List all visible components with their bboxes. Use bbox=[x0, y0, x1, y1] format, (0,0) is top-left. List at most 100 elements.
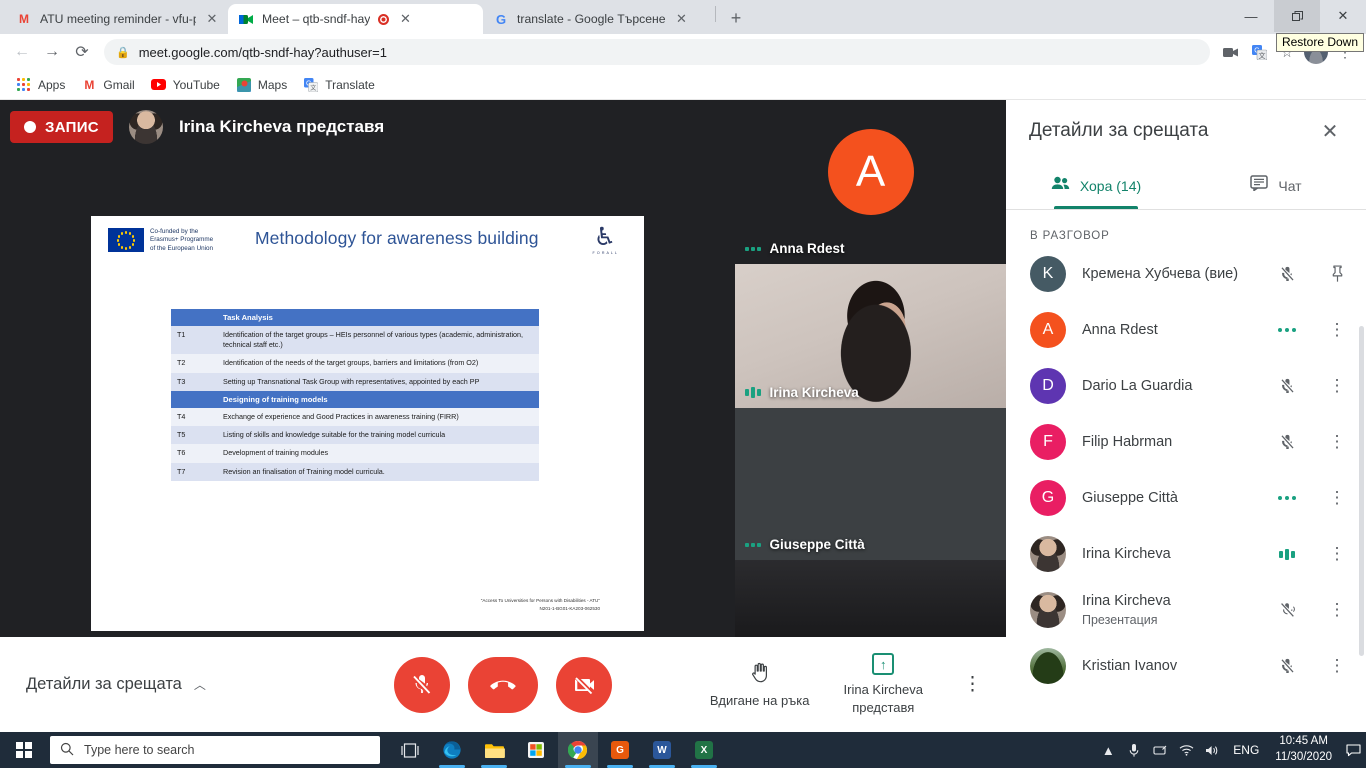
participant-name: Kristian Ivanov bbox=[1082, 657, 1178, 674]
meet-icon bbox=[238, 11, 254, 27]
more-icon[interactable]: ⋮ bbox=[1320, 481, 1354, 515]
forward-button[interactable]: → bbox=[38, 38, 66, 66]
pin-icon[interactable] bbox=[1320, 257, 1354, 291]
bookmark-gmail[interactable]: M Gmail bbox=[73, 74, 142, 96]
more-icon[interactable]: ⋮ bbox=[1320, 649, 1354, 683]
bookmark-translate[interactable]: G文 Translate bbox=[295, 74, 383, 96]
participant-row[interactable]: Kristian Ivanov ⋮ bbox=[1006, 638, 1366, 694]
file-explorer-icon[interactable] bbox=[474, 732, 514, 768]
task-table-row: T1 Identification of the target groups – … bbox=[171, 326, 539, 355]
presenting-status-button[interactable]: ↑ Irina Kircheva представя bbox=[844, 653, 923, 715]
more-icon[interactable]: ⋮ bbox=[1320, 425, 1354, 459]
speaking-indicator-icon bbox=[1270, 313, 1304, 347]
speaking-indicator-icon bbox=[1270, 481, 1304, 515]
raise-hand-button[interactable]: Вдигане на ръка bbox=[710, 660, 810, 709]
more-icon[interactable]: ⋮ bbox=[1320, 537, 1354, 571]
clock[interactable]: 10:45 AM 11/30/2020 bbox=[1267, 734, 1340, 765]
reload-button[interactable]: ⟳ bbox=[68, 38, 96, 66]
mic-off-icon bbox=[413, 674, 431, 694]
bookmark-maps[interactable]: Maps bbox=[228, 74, 295, 96]
end-call-button[interactable] bbox=[468, 656, 538, 713]
bookmark-apps[interactable]: Apps bbox=[8, 74, 73, 96]
presenting-label: Irina Kircheva представя bbox=[844, 681, 923, 715]
microphone-icon[interactable] bbox=[1121, 732, 1147, 768]
clock-date: 11/30/2020 bbox=[1275, 751, 1332, 763]
primary-call-controls bbox=[394, 656, 612, 713]
task-text-cell: Listing of skills and knowledge suitable… bbox=[217, 426, 539, 445]
participant-row[interactable]: A Anna Rdest ⋮ bbox=[1006, 302, 1366, 358]
video-tile-anna-rdest[interactable]: A Anna Rdest bbox=[735, 100, 1006, 264]
tab-people[interactable]: Хора (14) bbox=[1006, 162, 1186, 209]
tab-chat-label: Чат bbox=[1278, 177, 1302, 194]
task-table-section-header: Designing of training models bbox=[171, 390, 539, 408]
mic-mute-button[interactable] bbox=[394, 656, 450, 713]
browser-toolbar: ← → ⟳ 🔒 meet.google.com/qtb-sndf-hay?aut… bbox=[0, 34, 1366, 70]
meeting-control-bar: Детайли за срещата ︿ Вдигане на ръка ↑ I… bbox=[0, 637, 1006, 732]
task-view-icon[interactable] bbox=[390, 732, 430, 768]
mic-activity-icon bbox=[745, 539, 761, 550]
meeting-details-toggle[interactable]: Детайли за срещата ︿ bbox=[26, 675, 206, 694]
more-icon[interactable]: ⋮ bbox=[1320, 369, 1354, 403]
pdf-app-icon[interactable]: G bbox=[600, 732, 640, 768]
camera-icon[interactable] bbox=[1218, 39, 1244, 65]
new-tab-button[interactable]: + bbox=[722, 4, 750, 32]
participant-row[interactable]: G Giuseppe Città ⋮ bbox=[1006, 470, 1366, 526]
close-icon[interactable]: ✕ bbox=[1316, 117, 1344, 145]
window-close-button[interactable]: ✕ bbox=[1320, 0, 1366, 32]
browser-tab-3[interactable]: G translate - Google Търсене ✕ bbox=[483, 4, 713, 34]
browser-tab-1[interactable]: M ATU meeting reminder - vfu-proj ✕ bbox=[6, 4, 228, 34]
translate-icon[interactable]: G文 bbox=[1246, 39, 1272, 65]
participant-row[interactable]: K Кремена Хубчева (вие) bbox=[1006, 246, 1366, 302]
task-table-row: T3 Setting up Transnational Task Group wi… bbox=[171, 372, 539, 391]
video-tile-partial[interactable] bbox=[735, 560, 1006, 637]
participant-avatar: F bbox=[1030, 424, 1066, 460]
window-restore-button[interactable] bbox=[1274, 0, 1320, 32]
tab-close-button[interactable]: ✕ bbox=[673, 11, 689, 27]
participant-name: Irina Kircheva bbox=[1082, 545, 1171, 562]
search-icon bbox=[60, 742, 74, 759]
pen-tablet-icon[interactable] bbox=[1147, 732, 1173, 768]
task-id-cell: T4 bbox=[171, 407, 217, 427]
participant-row[interactable]: Irina Kircheva Презентация ⋮ bbox=[1006, 582, 1366, 638]
volume-icon[interactable] bbox=[1199, 732, 1225, 768]
chrome-icon[interactable] bbox=[558, 732, 598, 768]
video-tile-irina-kircheva[interactable]: Irina Kircheva bbox=[735, 264, 1006, 408]
tray-chevron-up-icon[interactable]: ▲ bbox=[1095, 732, 1121, 768]
window-minimize-button[interactable]: — bbox=[1228, 0, 1274, 32]
edge-icon[interactable] bbox=[432, 732, 472, 768]
back-button[interactable]: ← bbox=[8, 38, 36, 66]
word-icon[interactable]: W bbox=[642, 732, 682, 768]
shared-slide[interactable]: Co-funded by the Erasmus+ Programme of t… bbox=[91, 216, 644, 631]
recording-badge[interactable]: ЗАПИС bbox=[10, 111, 113, 143]
pdf-badge: G bbox=[611, 741, 629, 759]
notifications-icon[interactable] bbox=[1340, 732, 1366, 768]
excel-icon[interactable]: X bbox=[684, 732, 724, 768]
participant-row[interactable]: D Dario La Guardia ⋮ bbox=[1006, 358, 1366, 414]
participant-row[interactable]: F Filip Habrman ⋮ bbox=[1006, 414, 1366, 470]
address-bar[interactable]: 🔒 meet.google.com/qtb-sndf-hay?authuser=… bbox=[104, 39, 1210, 65]
tab-chat[interactable]: Чат bbox=[1186, 162, 1366, 209]
bookmark-youtube[interactable]: YouTube bbox=[143, 74, 228, 96]
restore-icon bbox=[1291, 10, 1303, 21]
taskbar-search-input[interactable]: Type here to search bbox=[50, 736, 380, 764]
participant-name: Dario La Guardia bbox=[1082, 377, 1193, 394]
participant-filmstrip: A Anna Rdest Irina Kircheva Giuseppe Cit… bbox=[735, 100, 1006, 637]
tab-close-button[interactable]: ✕ bbox=[397, 11, 413, 27]
video-tile-giuseppe-citta[interactable]: Giuseppe Città bbox=[735, 408, 1006, 560]
participant-row[interactable]: Irina Kircheva ⋮ bbox=[1006, 526, 1366, 582]
slide-footer-line2: N201-1-BG01-KA203-062530 bbox=[539, 606, 600, 612]
secondary-call-controls: Вдигане на ръка ↑ Irina Kircheva предста… bbox=[710, 653, 988, 715]
browser-tab-2-active[interactable]: Meet – qtb-sndf-hay ✕ bbox=[228, 4, 483, 34]
microsoft-store-icon[interactable] bbox=[516, 732, 556, 768]
tab-recording-indicator-icon[interactable] bbox=[378, 13, 390, 25]
more-icon[interactable]: ⋮ bbox=[1320, 313, 1354, 347]
more-icon[interactable]: ⋮ bbox=[1320, 593, 1354, 627]
panel-header: Детайли за срещата ✕ bbox=[1006, 100, 1366, 162]
language-indicator[interactable]: ENG bbox=[1225, 743, 1267, 757]
windows-start-icon[interactable] bbox=[0, 732, 48, 768]
wifi-icon[interactable] bbox=[1173, 732, 1199, 768]
panel-scrollbar[interactable] bbox=[1359, 326, 1364, 656]
more-options-button[interactable]: ⋮ bbox=[957, 673, 988, 696]
camera-off-button[interactable] bbox=[556, 656, 612, 713]
tab-close-button[interactable]: ✕ bbox=[204, 11, 220, 27]
